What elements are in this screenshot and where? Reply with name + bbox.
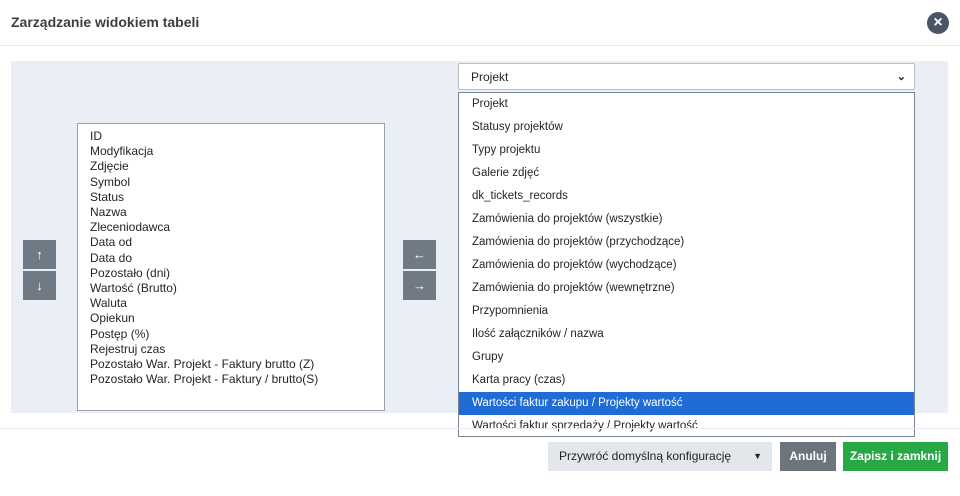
chevron-down-icon: ⌄ <box>896 71 906 83</box>
source-table-select[interactable]: Projekt ⌄ <box>458 63 915 90</box>
restore-default-config-label: Przywróć domyślną konfigurację <box>559 449 732 463</box>
move-down-button[interactable]: ↓ <box>23 271 56 300</box>
close-icon[interactable]: × <box>927 12 949 34</box>
dropdown-option[interactable]: Przypomnienia <box>459 300 914 323</box>
column-list-item[interactable]: Pozostało War. Projekt - Faktury / brutt… <box>90 372 372 387</box>
source-table-select-value: Projekt <box>471 70 509 84</box>
dropdown-option[interactable]: Zamówienia do projektów (wychodzące) <box>459 254 914 277</box>
source-table-dropdown[interactable]: Projekt Statusy projektów Typy projektu Gal… <box>458 92 915 437</box>
caret-down-icon[interactable]: ▼ <box>753 442 762 471</box>
column-list-item[interactable]: Rejestruj czas <box>90 342 372 357</box>
dropdown-option[interactable]: dk_tickets_records <box>459 185 914 208</box>
column-list-item[interactable]: Wartość (Brutto) <box>90 281 372 296</box>
dropdown-option[interactable]: Wartości faktur zakupu / Projekty wartoś… <box>459 392 914 415</box>
dropdown-option[interactable]: Projekt <box>459 93 914 116</box>
column-list-item[interactable]: Status <box>90 190 372 205</box>
arrow-left-icon: ← <box>413 247 426 262</box>
column-list-item[interactable]: Postęp (%) <box>90 327 372 342</box>
column-list-item[interactable]: Modyfikacja <box>90 144 372 159</box>
dropdown-option[interactable]: Grupy <box>459 346 914 369</box>
column-list-item[interactable]: Zdjęcie <box>90 159 372 174</box>
dropdown-option[interactable]: Zamówienia do projektów (wewnętrzne) <box>459 277 914 300</box>
modal-title: Zarządzanie widokiem tabeli <box>11 14 200 30</box>
visible-columns-list[interactable]: ID Modyfikacja Zdjęcie Symbol Status Nazwa Zle… <box>77 123 385 411</box>
column-list-item[interactable]: Symbol <box>90 175 372 190</box>
dropdown-option[interactable]: Zamówienia do projektów (wszystkie) <box>459 208 914 231</box>
column-list-item[interactable]: Data od <box>90 235 372 250</box>
cancel-button[interactable]: Anuluj <box>780 442 836 471</box>
modal-header: Zarządzanie widokiem tabeli × <box>0 0 960 46</box>
column-list-item[interactable]: Pozostało War. Projekt - Faktury brutto … <box>90 357 372 372</box>
column-list-item[interactable]: Zleceniodawca <box>90 220 372 235</box>
dropdown-option[interactable]: Ilość załączników / nazwa <box>459 323 914 346</box>
move-up-button[interactable]: ↑ <box>23 240 56 269</box>
restore-default-config-button[interactable]: Przywróć domyślną konfigurację ▼ <box>548 442 772 471</box>
arrow-right-icon: → <box>413 278 426 293</box>
dropdown-option[interactable]: Statusy projektów <box>459 116 914 139</box>
dropdown-option[interactable]: Karta pracy (czas) <box>459 369 914 392</box>
save-and-close-button[interactable]: Zapisz i zamknij <box>843 442 948 471</box>
column-list-item[interactable]: Pozostało (dni) <box>90 266 372 281</box>
column-list-item[interactable]: ID <box>90 129 372 144</box>
move-left-button[interactable]: ← <box>403 240 436 269</box>
arrow-down-icon: ↓ <box>36 278 43 293</box>
column-list-item[interactable]: Data do <box>90 251 372 266</box>
dropdown-option[interactable]: Typy projektu <box>459 139 914 162</box>
arrow-up-icon: ↑ <box>36 247 43 262</box>
column-list-item[interactable]: Waluta <box>90 296 372 311</box>
dropdown-option[interactable]: Galerie zdjęć <box>459 162 914 185</box>
column-list-item[interactable]: Opiekun <box>90 311 372 326</box>
dropdown-option[interactable]: Zamówienia do projektów (przychodzące) <box>459 231 914 254</box>
move-right-button[interactable]: → <box>403 271 436 300</box>
column-list-item[interactable]: Nazwa <box>90 205 372 220</box>
table-view-modal: Zarządzanie widokiem tabeli × ID Modyfika… <box>0 0 960 496</box>
